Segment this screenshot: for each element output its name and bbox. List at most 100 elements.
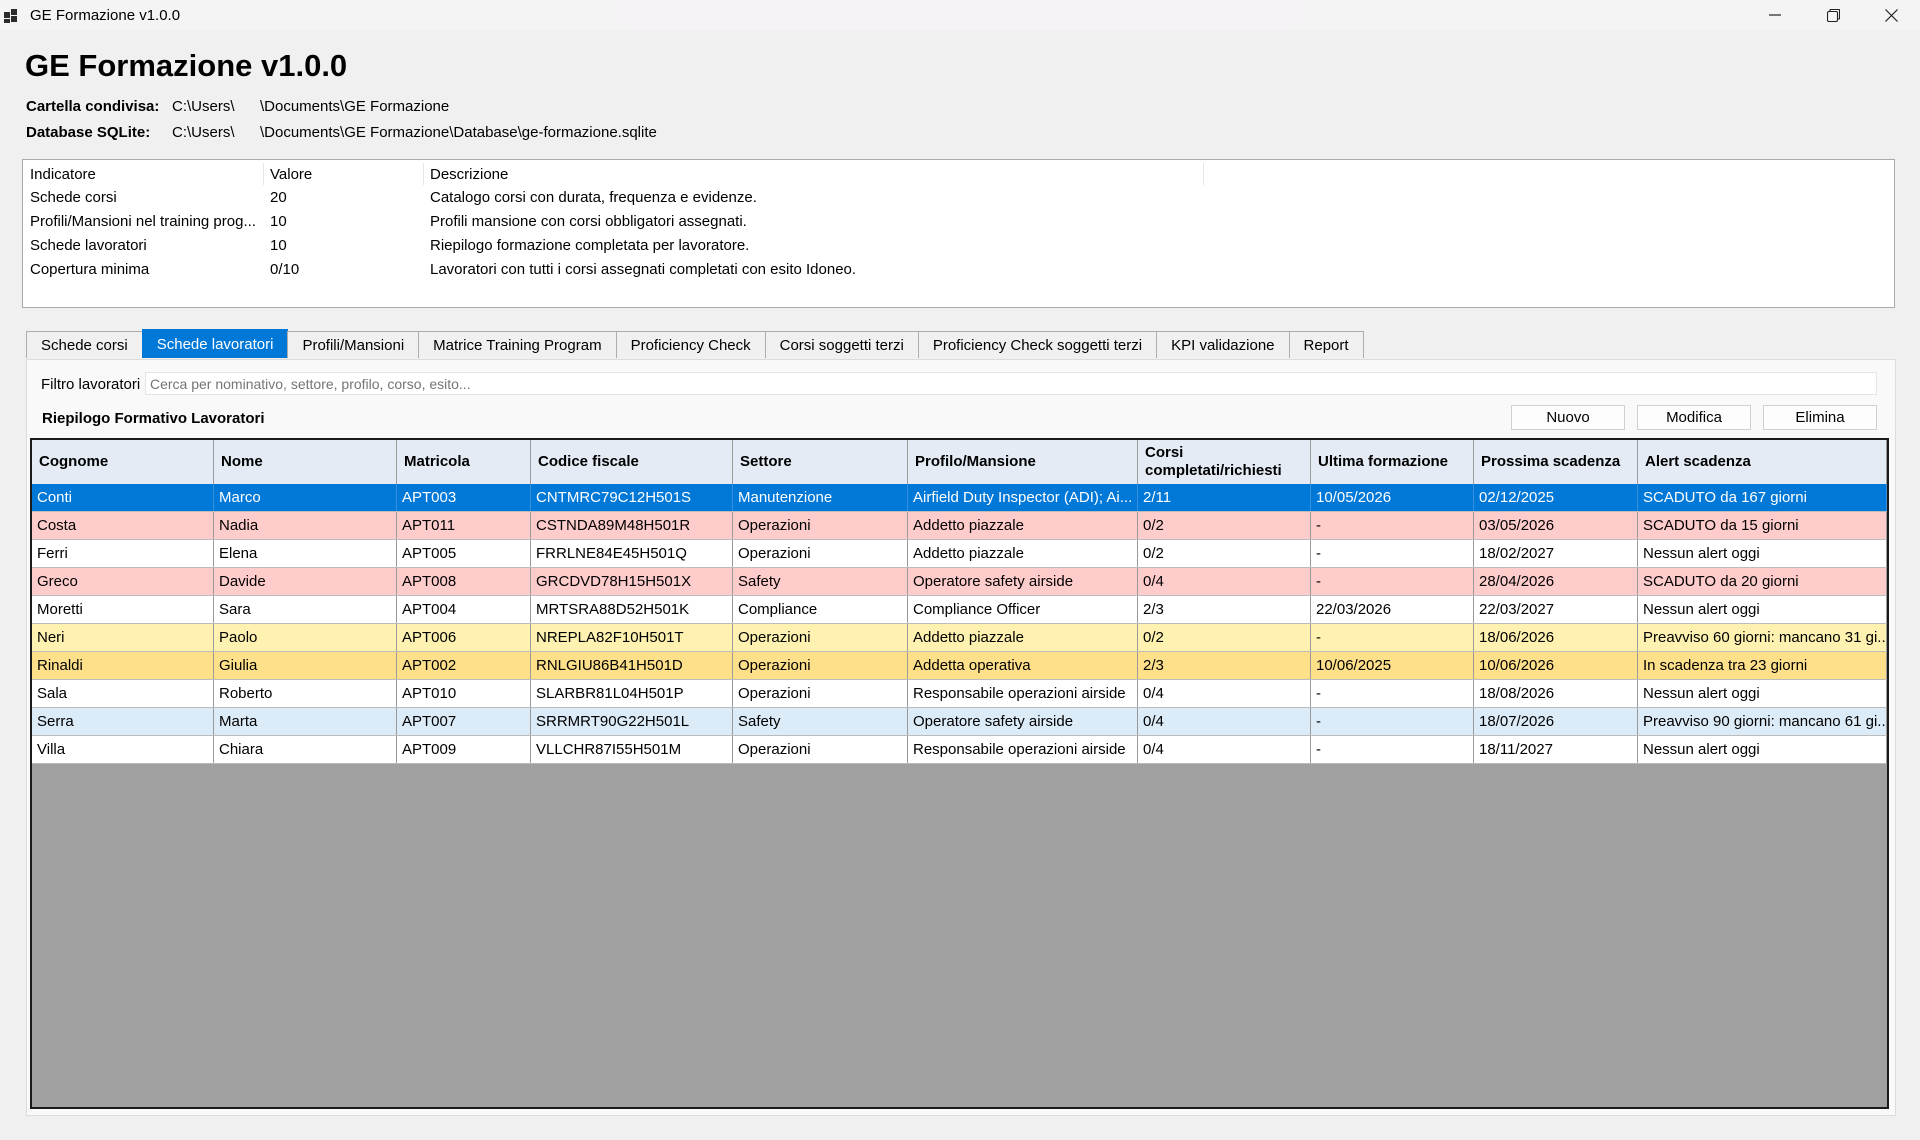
- column-header-sector[interactable]: Settore: [733, 440, 908, 484]
- workers-filter-input[interactable]: [145, 372, 1877, 395]
- cell-tax-code: MRTSRA88D52H501K: [531, 596, 733, 623]
- cell-next-deadline: 10/06/2026: [1474, 652, 1638, 679]
- indicator-desc-cell: Profili mansione con corsi obbligatori a…: [430, 213, 747, 230]
- column-header-last-training[interactable]: Ultima formazione: [1311, 440, 1474, 484]
- tab-matrice-training-program[interactable]: Matrice Training Program: [418, 331, 617, 358]
- cell-matricola: APT010: [397, 680, 531, 707]
- indicator-value-cell: 10: [270, 213, 287, 230]
- cell-deadline-alert: SCADUTO da 20 giorni: [1638, 568, 1887, 595]
- cell-next-deadline: 18/11/2027: [1474, 736, 1638, 763]
- close-icon[interactable]: [1862, 0, 1920, 30]
- column-header-name[interactable]: Nome: [214, 440, 397, 484]
- indicators-list[interactable]: Indicatore Valore Descrizione Schede cor…: [22, 159, 1895, 308]
- description-column-header[interactable]: Descrizione: [430, 166, 1030, 183]
- database-path: \Documents\GE Formazione\Database\ge-for…: [260, 124, 657, 141]
- cell-profile: Responsabile operazioni airside: [908, 680, 1138, 707]
- cell-profile: Responsabile operazioni airside: [908, 736, 1138, 763]
- cell-name: Sara: [214, 596, 397, 623]
- delete-button[interactable]: Elimina: [1763, 405, 1877, 430]
- cell-deadline-alert: Preavviso 60 giorni: mancano 31 gi...: [1638, 624, 1887, 651]
- minimize-icon[interactable]: [1746, 0, 1804, 30]
- database-prefix: C:\Users\: [172, 124, 235, 141]
- cell-matricola: APT008: [397, 568, 531, 595]
- database-info: Database SQLite: C:\Users\ \Documents\GE F…: [26, 124, 657, 141]
- cell-courses: 2/11: [1138, 484, 1311, 511]
- column-header-deadline-alert[interactable]: Alert scadenza: [1638, 440, 1887, 484]
- cell-surname: Costa: [32, 512, 214, 539]
- tab-report[interactable]: Report: [1288, 331, 1364, 358]
- column-header-next-deadline[interactable]: Prossima scadenza: [1474, 440, 1638, 484]
- restore-icon[interactable]: [1804, 0, 1862, 30]
- edit-button[interactable]: Modifica: [1637, 405, 1751, 430]
- new-button[interactable]: Nuovo: [1511, 405, 1625, 430]
- column-header-tax-code[interactable]: Codice fiscale: [531, 440, 733, 484]
- column-header-profile[interactable]: Profilo/Mansione: [908, 440, 1138, 484]
- workers-section-title: Riepilogo Formativo Lavoratori: [42, 410, 265, 427]
- column-header-courses[interactable]: Corsi completati/richiesti: [1138, 440, 1311, 484]
- cell-name: Marco: [214, 484, 397, 511]
- column-header-surname[interactable]: Cognome: [32, 440, 214, 484]
- cell-surname: Sala: [32, 680, 214, 707]
- cell-profile: Addetto piazzale: [908, 624, 1138, 651]
- indicator-column-header[interactable]: Indicatore: [30, 166, 260, 183]
- cell-tax-code: FRRLNE84E45H501Q: [531, 540, 733, 567]
- cell-courses: 0/4: [1138, 680, 1311, 707]
- indicator-name-cell: Schede lavoratori: [30, 237, 147, 254]
- page-title: GE Formazione v1.0.0: [25, 48, 348, 83]
- tab-proficiency-check[interactable]: Proficiency Check: [615, 331, 766, 358]
- worker-row[interactable]: Neri Paolo APT006 NREPLA82F10H501T Operazion…: [32, 624, 1887, 652]
- cell-surname: Villa: [32, 736, 214, 763]
- tab-schede-lavoratori[interactable]: Schede lavoratori: [141, 329, 289, 358]
- worker-row[interactable]: Costa Nadia APT011 CSTNDA89M48H501R Operazio…: [32, 512, 1887, 540]
- column-header-matricola[interactable]: Matricola: [397, 440, 531, 484]
- indicator-value-cell: 20: [270, 189, 287, 206]
- worker-row[interactable]: Rinaldi Giulia APT002 RNLGIU86B41H501D Opera…: [32, 652, 1887, 680]
- cell-courses: 0/4: [1138, 736, 1311, 763]
- cell-tax-code: SRRMRT90G22H501L: [531, 708, 733, 735]
- cell-next-deadline: 28/04/2026: [1474, 568, 1638, 595]
- value-column-header[interactable]: Valore: [270, 166, 420, 183]
- cell-last-training: -: [1311, 736, 1474, 763]
- cell-name: Giulia: [214, 652, 397, 679]
- cell-name: Marta: [214, 708, 397, 735]
- worker-row[interactable]: Greco Davide APT008 GRCDVD78H15H501X Safety O…: [32, 568, 1887, 596]
- window-title-bar: GE Formazione v1.0.0: [0, 0, 1920, 30]
- indicator-value-cell: 0/10: [270, 261, 300, 278]
- cell-tax-code: NREPLA82F10H501T: [531, 624, 733, 651]
- cell-next-deadline: 18/08/2026: [1474, 680, 1638, 707]
- tab-profili-mansioni[interactable]: Profili/Mansioni: [287, 331, 420, 358]
- cell-matricola: APT004: [397, 596, 531, 623]
- tab-schede-corsi[interactable]: Schede corsi: [26, 331, 143, 358]
- tab-proficiency-check-soggetti-terzi[interactable]: Proficiency Check soggetti terzi: [917, 331, 1158, 358]
- cell-matricola: APT005: [397, 540, 531, 567]
- worker-row[interactable]: Serra Marta APT007 SRRMRT90G22H501L Safety Op…: [32, 708, 1887, 736]
- worker-row[interactable]: Sala Roberto APT010 SLARBR81L04H501P Operazi…: [32, 680, 1887, 708]
- cell-tax-code: RNLGIU86B41H501D: [531, 652, 733, 679]
- worker-row[interactable]: Ferri Elena APT005 FRRLNE84E45H501Q Operazio…: [32, 540, 1887, 568]
- cell-last-training: -: [1311, 512, 1474, 539]
- tab-kpi-validazione[interactable]: KPI validazione: [1156, 331, 1290, 358]
- cell-matricola: APT009: [397, 736, 531, 763]
- cell-courses: 0/4: [1138, 568, 1311, 595]
- cell-last-training: 10/06/2025: [1311, 652, 1474, 679]
- worker-row[interactable]: Moretti Sara APT004 MRTSRA88D52H501K Complia…: [32, 596, 1887, 624]
- worker-row[interactable]: Villa Chiara APT009 VLLCHR87I55H501M Operazi…: [32, 736, 1887, 764]
- cell-surname: Greco: [32, 568, 214, 595]
- shared-folder-label: Cartella condivisa:: [26, 98, 160, 115]
- cell-last-training: 22/03/2026: [1311, 596, 1474, 623]
- cell-name: Paolo: [214, 624, 397, 651]
- indicator-name-cell: Profili/Mansioni nel training prog...: [30, 213, 256, 230]
- cell-matricola: APT007: [397, 708, 531, 735]
- worker-row[interactable]: Conti Marco APT003 CNTMRC79C12H501S Manutenz…: [32, 484, 1887, 512]
- main-tabs: Schede corsi Schede lavoratori Profili/Man…: [26, 329, 1364, 360]
- workers-tab-panel: Filtro lavoratori Riepilogo Formativo La…: [26, 359, 1896, 1116]
- cell-surname: Ferri: [32, 540, 214, 567]
- cell-sector: Safety: [733, 568, 908, 595]
- cell-sector: Operazioni: [733, 512, 908, 539]
- cell-last-training: -: [1311, 568, 1474, 595]
- cell-profile: Compliance Officer: [908, 596, 1138, 623]
- cell-tax-code: CSTNDA89M48H501R: [531, 512, 733, 539]
- workers-grid[interactable]: Cognome Nome Matricola Codice fiscale Settor…: [30, 438, 1889, 1109]
- cell-courses: 2/3: [1138, 652, 1311, 679]
- tab-corsi-soggetti-terzi[interactable]: Corsi soggetti terzi: [764, 331, 919, 358]
